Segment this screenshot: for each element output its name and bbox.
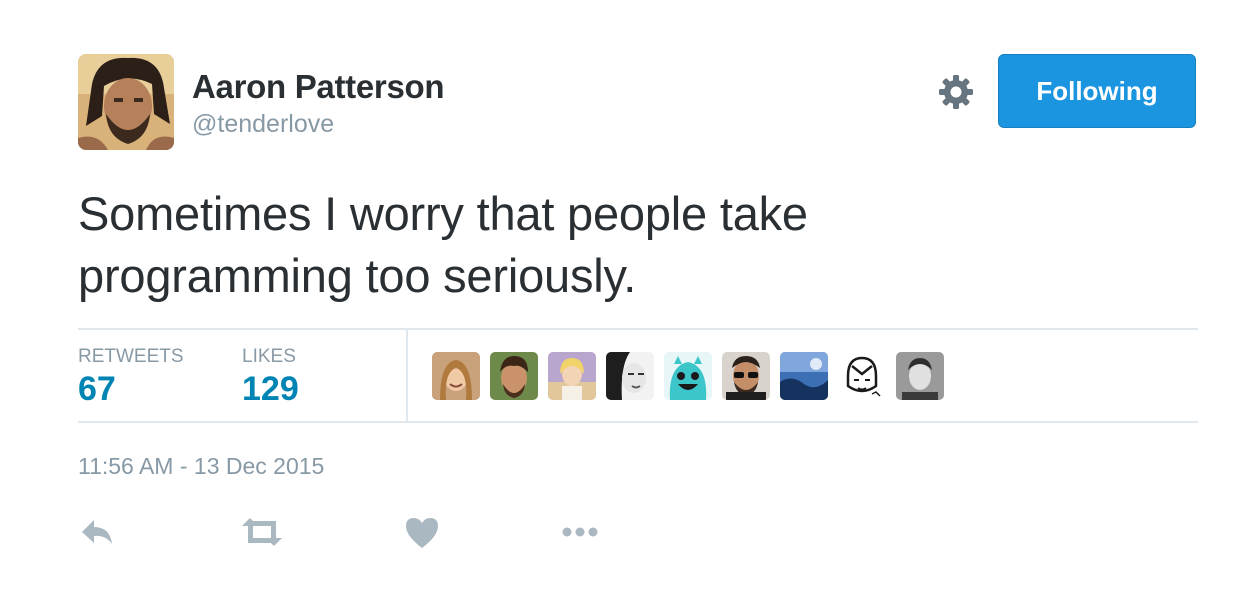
likes-label[interactable]: LIKES — [242, 346, 296, 368]
user-avatar-icon — [78, 54, 174, 150]
author-avatar[interactable] — [78, 54, 174, 150]
author-handle[interactable]: @tenderlove — [192, 110, 334, 139]
liker-avatar-5[interactable] — [664, 352, 712, 400]
liker-avatar-8[interactable] — [838, 352, 886, 400]
retweet-icon[interactable] — [240, 512, 284, 552]
liker-avatar-7[interactable] — [780, 352, 828, 400]
likers-list — [432, 352, 944, 400]
heart-icon[interactable] — [402, 512, 442, 552]
likes-count[interactable]: 129 — [242, 370, 299, 409]
liker-avatar-4[interactable] — [606, 352, 654, 400]
more-icon[interactable] — [560, 512, 600, 552]
divider — [78, 328, 1198, 330]
liker-avatar-1[interactable] — [432, 352, 480, 400]
author-name[interactable]: Aaron Patterson — [192, 68, 445, 106]
liker-avatar-3[interactable] — [548, 352, 596, 400]
retweets-label[interactable]: RETWEETS — [78, 346, 184, 368]
gear-icon[interactable] — [936, 72, 976, 112]
divider — [78, 421, 1198, 423]
reply-icon[interactable] — [78, 512, 118, 552]
following-button[interactable]: Following — [998, 54, 1196, 128]
tweet-text: Sometimes I worry that people take progr… — [78, 187, 808, 302]
retweets-count[interactable]: 67 — [78, 370, 116, 409]
liker-avatar-6[interactable] — [722, 352, 770, 400]
stats-divider — [406, 328, 408, 422]
liker-avatar-9[interactable] — [896, 352, 944, 400]
liker-avatar-2[interactable] — [490, 352, 538, 400]
tweet-timestamp[interactable]: 11:56 AM - 13 Dec 2015 — [78, 453, 324, 480]
